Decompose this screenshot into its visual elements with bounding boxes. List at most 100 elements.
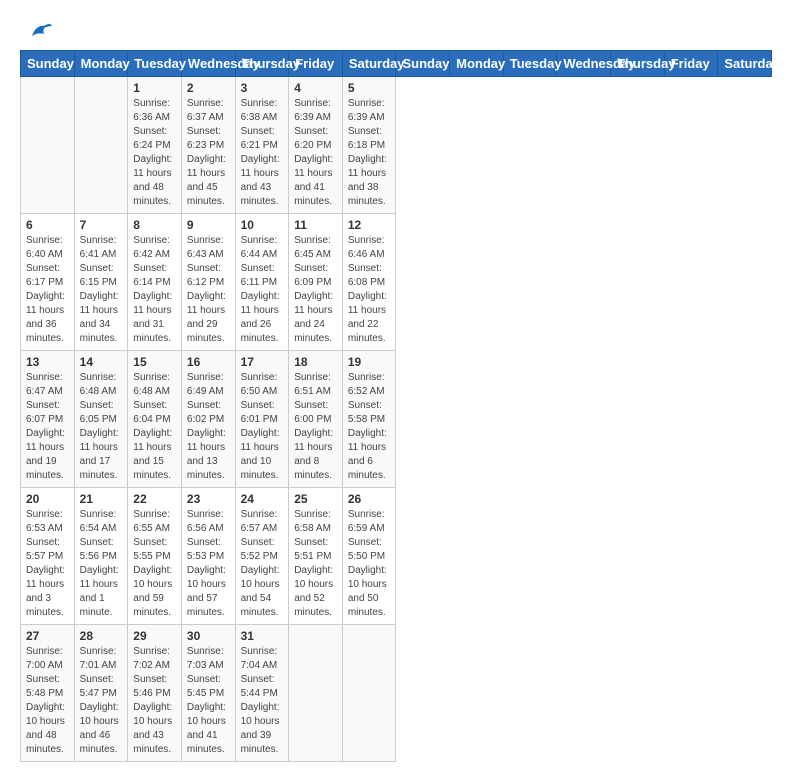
logo-bird-icon [24,16,54,46]
header-day-tuesday: Tuesday [128,51,182,77]
day-content: Sunrise: 6:54 AMSunset: 5:56 PMDaylight:… [80,508,123,620]
day-number: 13 [26,355,69,369]
day-content: Sunrise: 6:37 AMSunset: 6:23 PMDaylight:… [187,97,230,209]
header-monday: Monday [450,51,504,77]
day-content: Sunrise: 6:48 AMSunset: 6:04 PMDaylight:… [133,371,176,483]
header-day-friday: Friday [289,51,343,77]
day-number: 16 [187,355,230,369]
header-thursday: Thursday [611,51,665,77]
day-number: 17 [241,355,284,369]
day-number: 4 [294,81,337,95]
day-content: Sunrise: 7:01 AMSunset: 5:47 PMDaylight:… [80,645,123,757]
day-content: Sunrise: 7:00 AMSunset: 5:48 PMDaylight:… [26,645,69,757]
day-number: 9 [187,218,230,232]
calendar-cell: 7 Sunrise: 6:41 AMSunset: 6:15 PMDaylight… [74,214,128,351]
page-header [20,16,772,46]
calendar-header-row: SundayMondayTuesdayWednesdayThursdayFrid… [21,51,772,77]
day-number: 22 [133,492,176,506]
day-content: Sunrise: 6:39 AMSunset: 6:18 PMDaylight:… [348,97,391,209]
day-content: Sunrise: 6:40 AMSunset: 6:17 PMDaylight:… [26,234,69,346]
calendar-cell: 25Sunrise: 6:58 AMSunset: 5:51 PMDayligh… [289,488,343,625]
day-number: 2 [187,81,230,95]
calendar-cell [21,77,75,214]
header-day-saturday: Saturday [342,51,396,77]
day-content: Sunrise: 6:59 AMSunset: 5:50 PMDaylight:… [348,508,391,620]
day-number: 1 [133,81,176,95]
day-content: Sunrise: 6:47 AMSunset: 6:07 PMDaylight:… [26,371,69,483]
day-number: 8 [133,218,176,232]
day-number: 27 [26,629,69,643]
day-number: 5 [348,81,391,95]
day-content: Sunrise: 6:45 AMSunset: 6:09 PMDaylight:… [294,234,337,346]
header-day-wednesday: Wednesday [181,51,235,77]
calendar-cell: 14Sunrise: 6:48 AMSunset: 6:05 PMDayligh… [74,351,128,488]
calendar-cell [289,625,343,762]
calendar-cell: 29Sunrise: 7:02 AMSunset: 5:46 PMDayligh… [128,625,182,762]
day-number: 14 [80,355,123,369]
calendar-cell: 18Sunrise: 6:51 AMSunset: 6:00 PMDayligh… [289,351,343,488]
calendar-cell: 9 Sunrise: 6:43 AMSunset: 6:12 PMDaylight… [181,214,235,351]
day-content: Sunrise: 7:04 AMSunset: 5:44 PMDaylight:… [241,645,284,757]
calendar-cell: 12Sunrise: 6:46 AMSunset: 6:08 PMDayligh… [342,214,396,351]
header-friday: Friday [664,51,718,77]
day-content: Sunrise: 6:41 AMSunset: 6:15 PMDaylight:… [80,234,123,346]
week-row-4: 20Sunrise: 6:53 AMSunset: 5:57 PMDayligh… [21,488,772,625]
day-number: 31 [241,629,284,643]
day-content: Sunrise: 6:46 AMSunset: 6:08 PMDaylight:… [348,234,391,346]
day-number: 3 [241,81,284,95]
week-row-5: 27 Sunrise: 7:00 AMSunset: 5:48 PMDayligh… [21,625,772,762]
calendar-cell: 31 Sunrise: 7:04 AMSunset: 5:44 PMDayligh… [235,625,289,762]
logo [20,16,54,46]
calendar-cell: 24Sunrise: 6:57 AMSunset: 5:52 PMDayligh… [235,488,289,625]
day-number: 7 [80,218,123,232]
day-number: 15 [133,355,176,369]
day-number: 21 [80,492,123,506]
calendar-cell: 8 Sunrise: 6:42 AMSunset: 6:14 PMDaylight… [128,214,182,351]
day-content: Sunrise: 6:49 AMSunset: 6:02 PMDaylight:… [187,371,230,483]
day-number: 19 [348,355,391,369]
calendar-cell [342,625,396,762]
day-number: 6 [26,218,69,232]
calendar-cell: 16 Sunrise: 6:49 AMSunset: 6:02 PMDayligh… [181,351,235,488]
calendar-cell: 20Sunrise: 6:53 AMSunset: 5:57 PMDayligh… [21,488,75,625]
calendar-cell: 15 Sunrise: 6:48 AMSunset: 6:04 PMDayligh… [128,351,182,488]
day-number: 23 [187,492,230,506]
week-row-3: 13 Sunrise: 6:47 AMSunset: 6:07 PMDayligh… [21,351,772,488]
day-content: Sunrise: 6:42 AMSunset: 6:14 PMDaylight:… [133,234,176,346]
day-content: Sunrise: 6:36 AMSunset: 6:24 PMDaylight:… [133,97,176,209]
day-number: 29 [133,629,176,643]
day-content: Sunrise: 6:50 AMSunset: 6:01 PMDaylight:… [241,371,284,483]
day-content: Sunrise: 6:43 AMSunset: 6:12 PMDaylight:… [187,234,230,346]
day-number: 11 [294,218,337,232]
week-row-1: 1 Sunrise: 6:36 AMSunset: 6:24 PMDaylight… [21,77,772,214]
calendar-cell: 5 Sunrise: 6:39 AMSunset: 6:18 PMDaylight… [342,77,396,214]
calendar-cell: 27 Sunrise: 7:00 AMSunset: 5:48 PMDayligh… [21,625,75,762]
day-number: 30 [187,629,230,643]
header-tuesday: Tuesday [503,51,557,77]
day-content: Sunrise: 6:52 AMSunset: 5:58 PMDaylight:… [348,371,391,483]
calendar-cell: 22Sunrise: 6:55 AMSunset: 5:55 PMDayligh… [128,488,182,625]
day-content: Sunrise: 7:03 AMSunset: 5:45 PMDaylight:… [187,645,230,757]
calendar-cell: 26 Sunrise: 6:59 AMSunset: 5:50 PMDayligh… [342,488,396,625]
day-number: 25 [294,492,337,506]
day-number: 28 [80,629,123,643]
day-number: 26 [348,492,391,506]
header-saturday: Saturday [718,51,772,77]
day-content: Sunrise: 6:39 AMSunset: 6:20 PMDaylight:… [294,97,337,209]
header-sunday: Sunday [396,51,450,77]
calendar-cell: 10 Sunrise: 6:44 AMSunset: 6:11 PMDayligh… [235,214,289,351]
day-content: Sunrise: 6:57 AMSunset: 5:52 PMDaylight:… [241,508,284,620]
calendar-cell: 6 Sunrise: 6:40 AMSunset: 6:17 PMDaylight… [21,214,75,351]
day-number: 10 [241,218,284,232]
day-content: Sunrise: 6:56 AMSunset: 5:53 PMDaylight:… [187,508,230,620]
day-content: Sunrise: 6:53 AMSunset: 5:57 PMDaylight:… [26,508,69,620]
header-day-sunday: Sunday [21,51,75,77]
day-number: 18 [294,355,337,369]
calendar-cell: 13 Sunrise: 6:47 AMSunset: 6:07 PMDayligh… [21,351,75,488]
calendar-table: SundayMondayTuesdayWednesdayThursdayFrid… [20,50,772,762]
calendar-cell: 21 Sunrise: 6:54 AMSunset: 5:56 PMDayligh… [74,488,128,625]
day-content: Sunrise: 6:44 AMSunset: 6:11 PMDaylight:… [241,234,284,346]
calendar-cell [74,77,128,214]
calendar-cell: 1 Sunrise: 6:36 AMSunset: 6:24 PMDaylight… [128,77,182,214]
calendar-cell: 28 Sunrise: 7:01 AMSunset: 5:47 PMDayligh… [74,625,128,762]
